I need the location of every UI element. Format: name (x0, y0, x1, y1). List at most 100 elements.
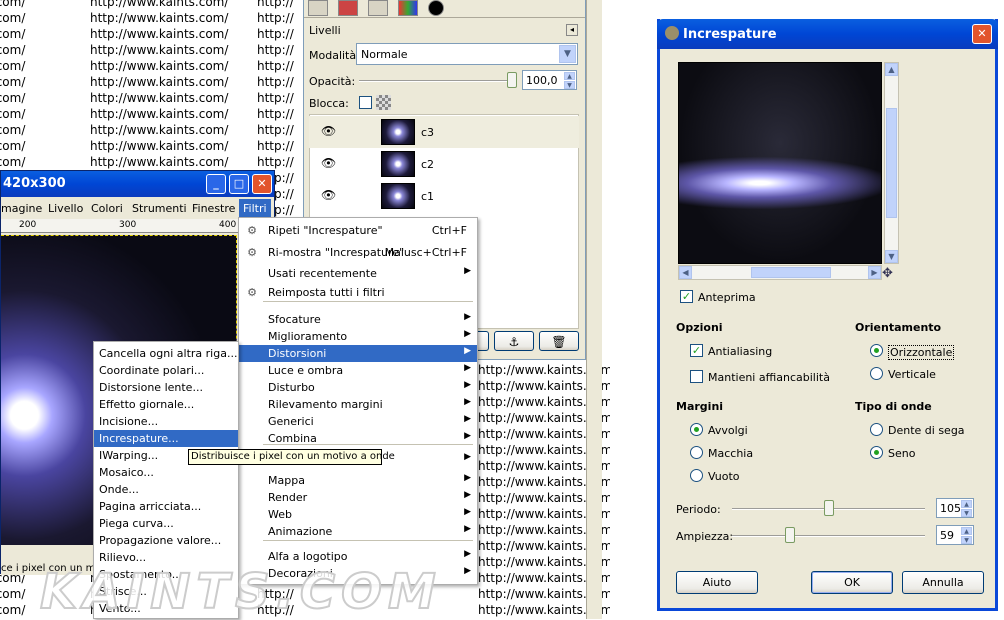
brush-tab-icon[interactable] (428, 0, 444, 16)
filters-menu-item[interactable]: Distorsioni ▶ (239, 345, 477, 362)
distortions-menu-item[interactable]: Distorsione lente... (94, 379, 238, 396)
trash-icon[interactable]: 🗑 (539, 331, 579, 351)
horizontal-radio[interactable] (870, 344, 883, 357)
menu-image[interactable]: magine (1, 202, 42, 215)
amplitude-spinbox[interactable]: 59 ▲ ▼ (936, 525, 974, 545)
mode-value: Normale (361, 48, 408, 61)
opacity-slider-handle[interactable] (507, 72, 517, 88)
distortions-menu-item[interactable]: Pagina arricciata... (94, 498, 238, 515)
spin-up-icon[interactable]: ▲ (961, 527, 972, 535)
ok-button[interactable]: OK (811, 571, 893, 594)
menu-layer[interactable]: Livello (48, 202, 83, 215)
distortions-menu-item[interactable]: Effetto giornale... (94, 396, 238, 413)
distortions-menu-item[interactable]: Cancella ogni altra riga... (94, 345, 238, 362)
scroll-thumb[interactable] (751, 267, 831, 278)
antialiasing-checkbox[interactable]: ✓ (690, 344, 703, 357)
scroll-left-icon[interactable]: ◀ (679, 266, 692, 279)
sine-radio[interactable] (870, 446, 883, 459)
spin-down-icon[interactable]: ▼ (564, 81, 575, 89)
tileable-checkbox[interactable] (690, 370, 703, 383)
url-text: http:// (257, 59, 294, 73)
cancel-button[interactable]: Annulla (902, 571, 984, 594)
scroll-down-icon[interactable]: ▼ (885, 250, 898, 263)
menu-item-label: Propagazione valore... (99, 534, 222, 547)
filters-menu-item[interactable]: Sfocature ▶ (239, 311, 477, 328)
channels-tab-icon[interactable] (338, 0, 358, 16)
layer-row[interactable]: 👁 c3 (309, 116, 579, 148)
layer-row[interactable]: 👁 c2 (309, 148, 579, 180)
distortions-menu-item[interactable]: Propagazione valore... (94, 532, 238, 549)
paths-tab-icon[interactable] (368, 0, 388, 16)
filters-menu-item[interactable]: Usati recentemente ▶ (239, 265, 477, 282)
minimize-icon[interactable]: _ (206, 174, 226, 194)
maximize-icon[interactable]: □ (229, 174, 249, 194)
preview-vertical-scrollbar[interactable]: ▲ ▼ (884, 62, 899, 264)
menu-shortcut: Ctrl+F (431, 224, 467, 237)
scroll-right-icon[interactable]: ▶ (868, 266, 881, 279)
menu-tools[interactable]: Strumenti (132, 202, 187, 215)
filters-menu-item[interactable]: Generici ▶ (239, 413, 477, 430)
colormap-tab-icon[interactable] (398, 0, 418, 16)
panel-menu-icon[interactable]: ◂ (566, 24, 578, 36)
eye-icon[interactable]: 👁 (321, 189, 337, 201)
lock-alpha-icon[interactable] (376, 95, 391, 110)
menu-colors[interactable]: Colori (91, 202, 123, 215)
distortions-menu-item[interactable]: Coordinate polari... (94, 362, 238, 379)
distortions-menu-item[interactable]: Onde... (94, 481, 238, 498)
sawtooth-radio[interactable] (870, 423, 883, 436)
filters-menu-item[interactable]: Mappa ▶ (239, 472, 477, 489)
preview-image[interactable] (678, 62, 882, 264)
help-button[interactable]: Aiuto (676, 571, 758, 594)
filters-menu-item[interactable]: Alfa a logotipo ▶ (239, 548, 477, 565)
close-icon[interactable]: ✕ (972, 24, 992, 44)
amplitude-slider-handle[interactable] (784, 527, 795, 543)
opacity-slider-track[interactable] (359, 80, 509, 82)
filters-menu-item[interactable]: ⚙ Ri-mostra "Increspature" Maiusc+Ctrl+F (239, 244, 477, 261)
distortions-menu-item[interactable]: Incisione... (94, 413, 238, 430)
wrap-radio[interactable] (690, 423, 703, 436)
filters-menu-item[interactable]: Rilevamento margini ▶ (239, 396, 477, 413)
filters-menu-item[interactable]: Render ▶ (239, 489, 477, 506)
filters-menu-item[interactable]: Web ▶ (239, 506, 477, 523)
layer-row[interactable]: 👁 c1 (309, 180, 579, 212)
spin-down-icon[interactable]: ▼ (961, 509, 972, 517)
period-spinbox[interactable]: 105 ▲ ▼ (936, 498, 974, 518)
spin-up-icon[interactable]: ▲ (564, 72, 575, 80)
filters-menu-item[interactable]: Combina ▶ (239, 430, 477, 447)
filters-menu-item[interactable]: ⚙ Ripeti "Increspature" Ctrl+F (239, 222, 477, 239)
filters-menu-item[interactable]: Luce e ombra ▶ (239, 362, 477, 379)
filters-menu-item[interactable]: Miglioramento ▶ (239, 328, 477, 345)
lock-pixels-checkbox[interactable] (359, 96, 372, 109)
dialog-titlebar[interactable]: Increspature ✕ (657, 19, 998, 49)
dock-resize-bar[interactable] (586, 0, 602, 619)
layers-tab-icon[interactable] (308, 0, 328, 16)
navigate-icon[interactable]: ✥ (882, 266, 893, 281)
scroll-up-icon[interactable]: ▲ (885, 63, 898, 76)
close-icon[interactable]: ✕ (252, 174, 272, 194)
preview-checkbox[interactable]: ✓ (680, 290, 693, 303)
url-text: ints.com/ (0, 139, 26, 153)
anchor-icon[interactable]: ⚓ (494, 331, 534, 351)
eye-icon[interactable]: 👁 (321, 157, 337, 169)
eye-icon[interactable]: 👁 (321, 125, 337, 137)
menu-windows[interactable]: Finestre (192, 202, 235, 215)
preview-horizontal-scrollbar[interactable]: ◀ ▶ (678, 265, 882, 280)
scroll-thumb[interactable] (886, 108, 897, 218)
period-slider-handle[interactable] (823, 500, 834, 516)
blank-radio[interactable] (690, 469, 703, 482)
filters-menu-item[interactable]: Animazione ▶ (239, 523, 477, 540)
spin-down-icon[interactable]: ▼ (961, 536, 972, 544)
opacity-spinbox[interactable]: 100,0 ▲ ▼ (522, 70, 577, 90)
vertical-radio[interactable] (870, 367, 883, 380)
distortions-menu-item[interactable]: Mosaico... (94, 464, 238, 481)
amplitude-slider-track[interactable] (732, 535, 925, 537)
filters-menu-item[interactable]: Disturbo ▶ (239, 379, 477, 396)
distortions-menu-item[interactable]: Piega curva... (94, 515, 238, 532)
mode-select[interactable]: Normale ▼ (356, 43, 578, 65)
filters-menu-item[interactable]: ⚙ Reimposta tutti i filtri (239, 284, 477, 301)
distortions-menu-item[interactable]: Increspature... (94, 430, 238, 447)
spin-up-icon[interactable]: ▲ (961, 500, 972, 508)
smear-radio[interactable] (690, 446, 703, 459)
menu-filters[interactable]: Filtri (239, 199, 271, 218)
image-window-titlebar[interactable]: 420x300 _ □ ✕ (1, 171, 274, 197)
